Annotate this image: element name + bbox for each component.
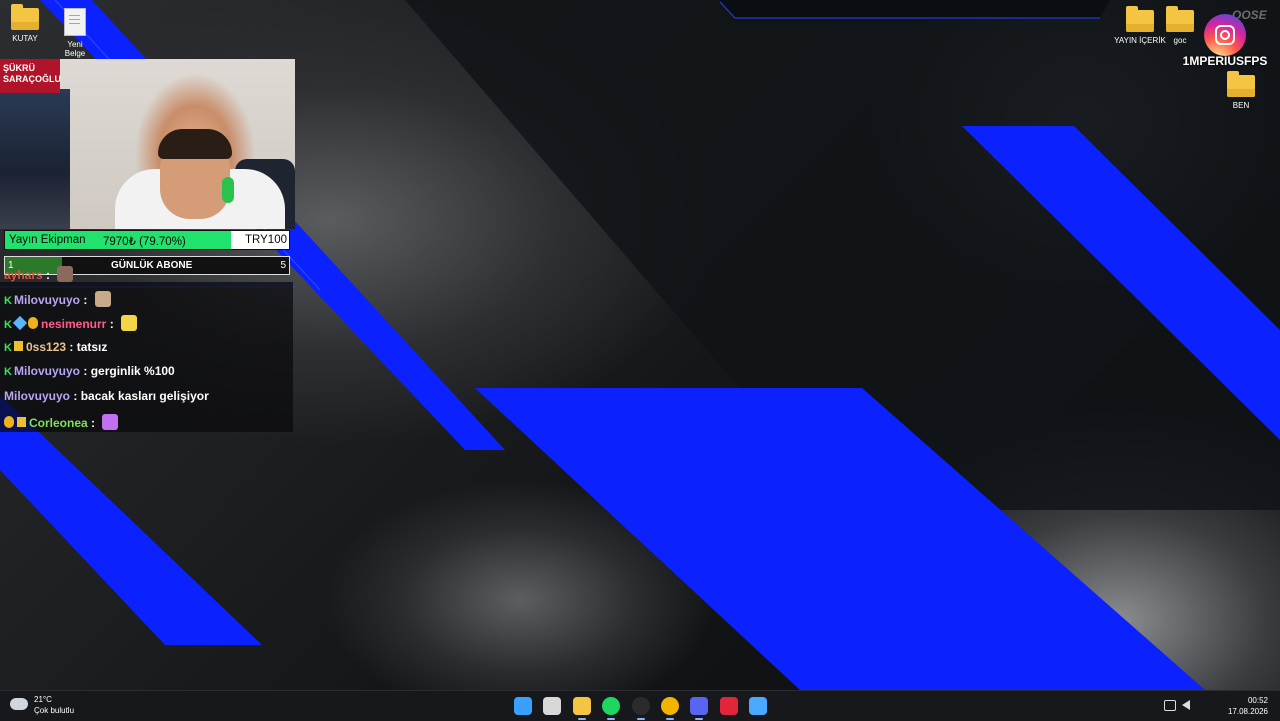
kick-badge-icon: K: [4, 366, 12, 379]
folder-icon: [1227, 71, 1255, 97]
chat-username: 0ss123: [26, 339, 67, 354]
gem-badge-icon: [12, 316, 28, 331]
donation-goal-amount: 7970₺ (79.70%): [103, 236, 186, 248]
folder-icon: [1126, 6, 1154, 32]
kick-badge-icon: K: [4, 341, 12, 354]
app-red-icon[interactable]: [719, 697, 738, 715]
chat-username: Corleonea: [29, 415, 88, 430]
webcam-monitor: [0, 89, 70, 229]
donation-goal-target: TRY100: [245, 234, 287, 246]
chat-message: K 0ss123 : tatsız: [4, 340, 107, 360]
desktop: KUTAY Yeni Belge YAYIN İÇERİK goc BEN OO…: [0, 0, 1280, 690]
clock-date: 17.08.2026: [1227, 707, 1268, 716]
network-icon[interactable]: [1164, 700, 1176, 711]
volume-icon[interactable]: [1182, 700, 1190, 710]
chat-username: Milovuyuyo: [14, 292, 81, 307]
webcam-sign: ŞÜKRÜ SARAÇOĞLU: [0, 59, 61, 93]
chat-separator: :: [87, 415, 99, 430]
coin-badge-icon: [4, 415, 14, 428]
instagram-icon: [1204, 14, 1246, 56]
emote-icon: [121, 315, 138, 332]
taskbar: 21°C Çok bulutlu 00:52 17.08.2026: [0, 690, 1280, 721]
chat-username: ayhars: [4, 268, 43, 282]
desktop-icon-label: BEN: [1232, 101, 1250, 110]
flag-badge-icon: [17, 416, 26, 427]
desktop-icon-label: YAYIN İÇERİK: [1114, 36, 1166, 45]
start-icon[interactable]: [514, 697, 532, 715]
spotify-icon[interactable]: [602, 697, 621, 715]
emote-icon: [94, 290, 111, 307]
chat-message: Corleonea :: [4, 413, 119, 434]
emote-icon: [102, 413, 119, 430]
chat-username: nesimenurr: [41, 317, 107, 332]
system-tray: 00:52 17.08.2026: [1160, 691, 1280, 721]
chrome-icon[interactable]: [661, 697, 679, 715]
chat-separator: :: [106, 317, 118, 332]
webcam-feed: ŞÜKRÜ SARAÇOĞLU: [0, 59, 295, 229]
task-view-icon[interactable]: [543, 697, 562, 715]
donation-goal-label: Yayın Ekipman: [9, 234, 86, 246]
chat-username: Milovuyuyo: [4, 389, 71, 403]
flag-badge-icon: [14, 340, 23, 351]
desktop-icon-yeni-belge[interactable]: Yeni Belge: [45, 8, 105, 58]
clock-time: 00:52: [1247, 696, 1268, 705]
file-explorer-icon[interactable]: [572, 697, 591, 715]
chat-message: K Milovuyuyo :: [4, 290, 111, 311]
instagram-handle: 1MPERIUSFPS: [1182, 54, 1268, 68]
chat-message: Knesimenurr :: [4, 315, 138, 335]
kick-badge-icon: K: [4, 319, 12, 332]
subscriber-goal-max: 5: [280, 260, 286, 271]
subscriber-goal-label: GÜNLÜK ABONE: [111, 260, 193, 271]
obs-icon[interactable]: [631, 697, 650, 715]
chat-text: gerginlik %100: [90, 364, 175, 379]
emote-icon: [57, 266, 74, 282]
kick-badge-icon: K: [4, 294, 12, 307]
chat-separator: :: [42, 268, 54, 282]
app-blue-icon[interactable]: [749, 697, 768, 715]
weather-temp: 21°C: [34, 695, 52, 704]
chat-overlay: ayhars : K Milovuyuyo : Knesimenurr : K 0s…: [0, 266, 293, 434]
cloud-icon: [10, 698, 28, 710]
desktop-icon-label: Yeni Belge: [64, 40, 86, 58]
chat-text: bacak kasları gelişiyor: [80, 389, 209, 403]
instagram-overlay: 1MPERIUSFPS: [1180, 14, 1270, 68]
chat-message: K Milovuyuyo : gerginlik %100: [4, 364, 175, 384]
folder-icon: [11, 4, 39, 30]
chat-separator: :: [66, 339, 77, 354]
chat-text: tatsız: [76, 339, 108, 354]
coin-badge-icon: [28, 317, 38, 330]
discord-icon[interactable]: [690, 697, 709, 715]
clock[interactable]: 00:52 17.08.2026: [1228, 695, 1268, 717]
chat-separator: :: [80, 364, 91, 379]
donation-goal-bar: Yayın Ekipman 7970₺ (79.70%) TRY100: [4, 230, 290, 250]
chat-message: ayhars :: [4, 266, 74, 286]
weather-condition: Çok bulutlu: [34, 706, 75, 715]
desktop-icon-ben[interactable]: BEN: [1211, 71, 1271, 110]
desktop-icon-label: KUTAY: [12, 34, 38, 43]
chat-username: Milovuyuyo: [14, 364, 81, 379]
chat-separator: :: [80, 292, 91, 307]
chat-message: Milovuyuyo : bacak kasları gelişiyor: [4, 389, 209, 409]
webcam-person-hair: [158, 129, 232, 159]
headset-icon: [222, 177, 234, 203]
document-icon: [64, 8, 86, 36]
chat-separator: :: [70, 389, 81, 403]
